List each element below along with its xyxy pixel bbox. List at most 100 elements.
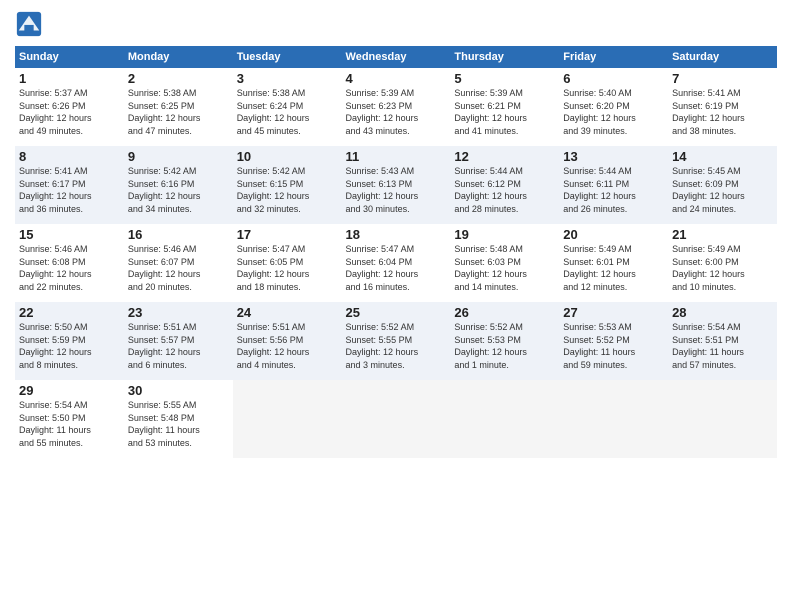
- calendar-cell: 10Sunrise: 5:42 AM Sunset: 6:15 PM Dayli…: [233, 146, 342, 224]
- week-row-2: 8Sunrise: 5:41 AM Sunset: 6:17 PM Daylig…: [15, 146, 777, 224]
- calendar-cell: 26Sunrise: 5:52 AM Sunset: 5:53 PM Dayli…: [450, 302, 559, 380]
- calendar-cell: 6Sunrise: 5:40 AM Sunset: 6:20 PM Daylig…: [559, 68, 668, 146]
- calendar-cell: 13Sunrise: 5:44 AM Sunset: 6:11 PM Dayli…: [559, 146, 668, 224]
- day-number: 18: [346, 227, 447, 242]
- weekday-thursday: Thursday: [450, 46, 559, 68]
- calendar-cell: 4Sunrise: 5:39 AM Sunset: 6:23 PM Daylig…: [342, 68, 451, 146]
- day-info: Sunrise: 5:39 AM Sunset: 6:21 PM Dayligh…: [454, 87, 555, 137]
- day-number: 14: [672, 149, 773, 164]
- calendar-cell: 29Sunrise: 5:54 AM Sunset: 5:50 PM Dayli…: [15, 380, 124, 458]
- week-row-4: 22Sunrise: 5:50 AM Sunset: 5:59 PM Dayli…: [15, 302, 777, 380]
- day-info: Sunrise: 5:54 AM Sunset: 5:50 PM Dayligh…: [19, 399, 120, 449]
- calendar-cell: 28Sunrise: 5:54 AM Sunset: 5:51 PM Dayli…: [668, 302, 777, 380]
- day-info: Sunrise: 5:38 AM Sunset: 6:24 PM Dayligh…: [237, 87, 338, 137]
- calendar-cell: 14Sunrise: 5:45 AM Sunset: 6:09 PM Dayli…: [668, 146, 777, 224]
- day-info: Sunrise: 5:42 AM Sunset: 6:16 PM Dayligh…: [128, 165, 229, 215]
- day-info: Sunrise: 5:52 AM Sunset: 5:55 PM Dayligh…: [346, 321, 447, 371]
- day-info: Sunrise: 5:38 AM Sunset: 6:25 PM Dayligh…: [128, 87, 229, 137]
- calendar-cell: 18Sunrise: 5:47 AM Sunset: 6:04 PM Dayli…: [342, 224, 451, 302]
- weekday-friday: Friday: [559, 46, 668, 68]
- day-info: Sunrise: 5:44 AM Sunset: 6:11 PM Dayligh…: [563, 165, 664, 215]
- weekday-saturday: Saturday: [668, 46, 777, 68]
- calendar-cell: 8Sunrise: 5:41 AM Sunset: 6:17 PM Daylig…: [15, 146, 124, 224]
- day-info: Sunrise: 5:42 AM Sunset: 6:15 PM Dayligh…: [237, 165, 338, 215]
- day-number: 7: [672, 71, 773, 86]
- calendar-cell: 7Sunrise: 5:41 AM Sunset: 6:19 PM Daylig…: [668, 68, 777, 146]
- calendar-cell: [233, 380, 342, 458]
- calendar-cell: 15Sunrise: 5:46 AM Sunset: 6:08 PM Dayli…: [15, 224, 124, 302]
- day-number: 20: [563, 227, 664, 242]
- day-number: 13: [563, 149, 664, 164]
- day-info: Sunrise: 5:41 AM Sunset: 6:17 PM Dayligh…: [19, 165, 120, 215]
- calendar-cell: 12Sunrise: 5:44 AM Sunset: 6:12 PM Dayli…: [450, 146, 559, 224]
- day-number: 23: [128, 305, 229, 320]
- day-number: 8: [19, 149, 120, 164]
- calendar-cell: 2Sunrise: 5:38 AM Sunset: 6:25 PM Daylig…: [124, 68, 233, 146]
- calendar-cell: 5Sunrise: 5:39 AM Sunset: 6:21 PM Daylig…: [450, 68, 559, 146]
- calendar-cell: 23Sunrise: 5:51 AM Sunset: 5:57 PM Dayli…: [124, 302, 233, 380]
- day-number: 28: [672, 305, 773, 320]
- day-info: Sunrise: 5:43 AM Sunset: 6:13 PM Dayligh…: [346, 165, 447, 215]
- calendar-cell: 21Sunrise: 5:49 AM Sunset: 6:00 PM Dayli…: [668, 224, 777, 302]
- calendar-cell: 27Sunrise: 5:53 AM Sunset: 5:52 PM Dayli…: [559, 302, 668, 380]
- day-number: 26: [454, 305, 555, 320]
- day-info: Sunrise: 5:49 AM Sunset: 6:01 PM Dayligh…: [563, 243, 664, 293]
- calendar-cell: [342, 380, 451, 458]
- day-number: 1: [19, 71, 120, 86]
- day-number: 16: [128, 227, 229, 242]
- day-info: Sunrise: 5:47 AM Sunset: 6:04 PM Dayligh…: [346, 243, 447, 293]
- weekday-monday: Monday: [124, 46, 233, 68]
- calendar-page: SundayMondayTuesdayWednesdayThursdayFrid…: [0, 0, 792, 612]
- calendar-table: SundayMondayTuesdayWednesdayThursdayFrid…: [15, 46, 777, 458]
- day-info: Sunrise: 5:46 AM Sunset: 6:08 PM Dayligh…: [19, 243, 120, 293]
- logo-icon: [15, 10, 43, 38]
- day-info: Sunrise: 5:39 AM Sunset: 6:23 PM Dayligh…: [346, 87, 447, 137]
- week-row-3: 15Sunrise: 5:46 AM Sunset: 6:08 PM Dayli…: [15, 224, 777, 302]
- calendar-cell: [668, 380, 777, 458]
- calendar-cell: 1Sunrise: 5:37 AM Sunset: 6:26 PM Daylig…: [15, 68, 124, 146]
- week-row-5: 29Sunrise: 5:54 AM Sunset: 5:50 PM Dayli…: [15, 380, 777, 458]
- calendar-cell: 30Sunrise: 5:55 AM Sunset: 5:48 PM Dayli…: [124, 380, 233, 458]
- day-info: Sunrise: 5:49 AM Sunset: 6:00 PM Dayligh…: [672, 243, 773, 293]
- calendar-cell: 9Sunrise: 5:42 AM Sunset: 6:16 PM Daylig…: [124, 146, 233, 224]
- day-info: Sunrise: 5:46 AM Sunset: 6:07 PM Dayligh…: [128, 243, 229, 293]
- calendar-cell: 24Sunrise: 5:51 AM Sunset: 5:56 PM Dayli…: [233, 302, 342, 380]
- day-number: 17: [237, 227, 338, 242]
- day-info: Sunrise: 5:41 AM Sunset: 6:19 PM Dayligh…: [672, 87, 773, 137]
- day-info: Sunrise: 5:50 AM Sunset: 5:59 PM Dayligh…: [19, 321, 120, 371]
- calendar-body: 1Sunrise: 5:37 AM Sunset: 6:26 PM Daylig…: [15, 68, 777, 458]
- header: [15, 10, 777, 38]
- day-info: Sunrise: 5:47 AM Sunset: 6:05 PM Dayligh…: [237, 243, 338, 293]
- day-number: 10: [237, 149, 338, 164]
- weekday-tuesday: Tuesday: [233, 46, 342, 68]
- day-info: Sunrise: 5:51 AM Sunset: 5:57 PM Dayligh…: [128, 321, 229, 371]
- day-number: 29: [19, 383, 120, 398]
- calendar-header: SundayMondayTuesdayWednesdayThursdayFrid…: [15, 46, 777, 68]
- day-number: 2: [128, 71, 229, 86]
- day-info: Sunrise: 5:55 AM Sunset: 5:48 PM Dayligh…: [128, 399, 229, 449]
- day-info: Sunrise: 5:40 AM Sunset: 6:20 PM Dayligh…: [563, 87, 664, 137]
- day-number: 22: [19, 305, 120, 320]
- weekday-sunday: Sunday: [15, 46, 124, 68]
- day-info: Sunrise: 5:44 AM Sunset: 6:12 PM Dayligh…: [454, 165, 555, 215]
- calendar-cell: [450, 380, 559, 458]
- calendar-cell: 17Sunrise: 5:47 AM Sunset: 6:05 PM Dayli…: [233, 224, 342, 302]
- day-number: 11: [346, 149, 447, 164]
- day-info: Sunrise: 5:54 AM Sunset: 5:51 PM Dayligh…: [672, 321, 773, 371]
- day-number: 19: [454, 227, 555, 242]
- day-info: Sunrise: 5:37 AM Sunset: 6:26 PM Dayligh…: [19, 87, 120, 137]
- calendar-cell: [559, 380, 668, 458]
- calendar-cell: 25Sunrise: 5:52 AM Sunset: 5:55 PM Dayli…: [342, 302, 451, 380]
- weekday-wednesday: Wednesday: [342, 46, 451, 68]
- day-info: Sunrise: 5:51 AM Sunset: 5:56 PM Dayligh…: [237, 321, 338, 371]
- day-info: Sunrise: 5:48 AM Sunset: 6:03 PM Dayligh…: [454, 243, 555, 293]
- calendar-cell: 20Sunrise: 5:49 AM Sunset: 6:01 PM Dayli…: [559, 224, 668, 302]
- day-number: 24: [237, 305, 338, 320]
- day-info: Sunrise: 5:52 AM Sunset: 5:53 PM Dayligh…: [454, 321, 555, 371]
- day-number: 25: [346, 305, 447, 320]
- day-number: 21: [672, 227, 773, 242]
- calendar-cell: 3Sunrise: 5:38 AM Sunset: 6:24 PM Daylig…: [233, 68, 342, 146]
- day-info: Sunrise: 5:53 AM Sunset: 5:52 PM Dayligh…: [563, 321, 664, 371]
- day-number: 5: [454, 71, 555, 86]
- day-number: 30: [128, 383, 229, 398]
